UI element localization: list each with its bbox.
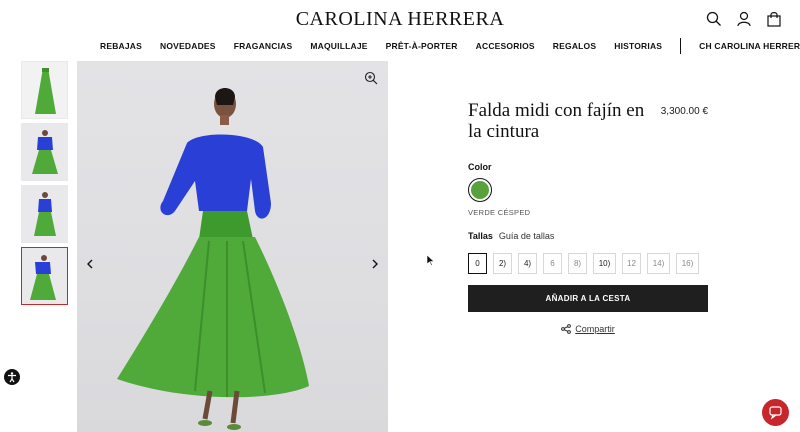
thumbnail-2[interactable] (21, 123, 68, 181)
color-name: VERDE CÉSPED (468, 208, 531, 217)
share-button[interactable]: Compartir (468, 324, 708, 334)
product-info: Falda midi con fajín en la cintura 3,300… (468, 100, 708, 334)
mouse-cursor-icon (426, 253, 435, 266)
size-option-14[interactable]: 14) (647, 253, 670, 274)
nav-item-pret-a-porter[interactable]: PRÊT-À-PORTER (386, 41, 458, 51)
color-label: Color (468, 162, 492, 172)
nav-item-maquillaje[interactable]: MAQUILLAJE (310, 41, 367, 51)
product-title: Falda midi con fajín en la cintura (468, 100, 645, 142)
product-main-image[interactable] (77, 61, 388, 432)
size-option-10[interactable]: 10) (593, 253, 616, 274)
user-icon[interactable] (736, 10, 752, 28)
zoom-icon[interactable] (364, 71, 378, 85)
size-option-0[interactable]: 0 (468, 253, 487, 274)
accessibility-icon[interactable] (4, 369, 20, 385)
thumbnail-4[interactable] (21, 247, 68, 305)
thumbnail-3[interactable] (21, 185, 68, 243)
size-option-8[interactable]: 8) (568, 253, 587, 274)
thumbnail-strip (21, 61, 69, 309)
nav-item-historias[interactable]: HISTORIAS (614, 41, 662, 51)
search-icon[interactable] (706, 10, 722, 28)
sizes-label: Tallas (468, 231, 493, 241)
main-nav: REBAJAS NOVEDADES FRAGANCIAS MAQUILLAJE … (100, 38, 800, 54)
product-price: 3,300.00 € (660, 106, 708, 117)
nav-item-novedades[interactable]: NOVEDADES (160, 41, 216, 51)
color-swatch-green[interactable] (468, 178, 492, 202)
arrow-left-icon[interactable] (84, 257, 96, 269)
chat-icon[interactable] (762, 399, 789, 426)
brand-logo[interactable]: CAROLINA HERRERA (0, 8, 800, 31)
nav-item-rebajas[interactable]: REBAJAS (100, 41, 142, 51)
size-option-4[interactable]: 4) (518, 253, 537, 274)
size-option-2[interactable]: 2) (493, 253, 512, 274)
size-option-16[interactable]: 16) (676, 253, 699, 274)
share-label: Compartir (575, 324, 615, 334)
size-option-12[interactable]: 12 (622, 253, 641, 274)
thumbnail-1[interactable] (21, 61, 68, 119)
nav-item-regalos[interactable]: REGALOS (553, 41, 596, 51)
model-photo (117, 88, 309, 430)
nav-item-ch[interactable]: CH CAROLINA HERRERA (699, 41, 800, 51)
add-to-cart-button[interactable]: AÑADIR A LA CESTA (468, 285, 708, 312)
site-header: CAROLINA HERRERA REBAJAS NOVEDADES FRAGA… (0, 0, 800, 60)
nav-item-accesorios[interactable]: ACCESORIOS (476, 41, 535, 51)
nav-item-fragancias[interactable]: FRAGANCIAS (234, 41, 293, 51)
size-option-6[interactable]: 6 (543, 253, 562, 274)
arrow-right-icon[interactable] (369, 257, 381, 269)
bag-icon[interactable] (766, 10, 782, 28)
size-guide-link[interactable]: Guía de tallas (499, 231, 555, 241)
size-selector: 0 2) 4) 6 8) 10) 12 14) 16) (468, 253, 708, 274)
nav-divider (680, 38, 682, 54)
share-icon (561, 324, 572, 334)
